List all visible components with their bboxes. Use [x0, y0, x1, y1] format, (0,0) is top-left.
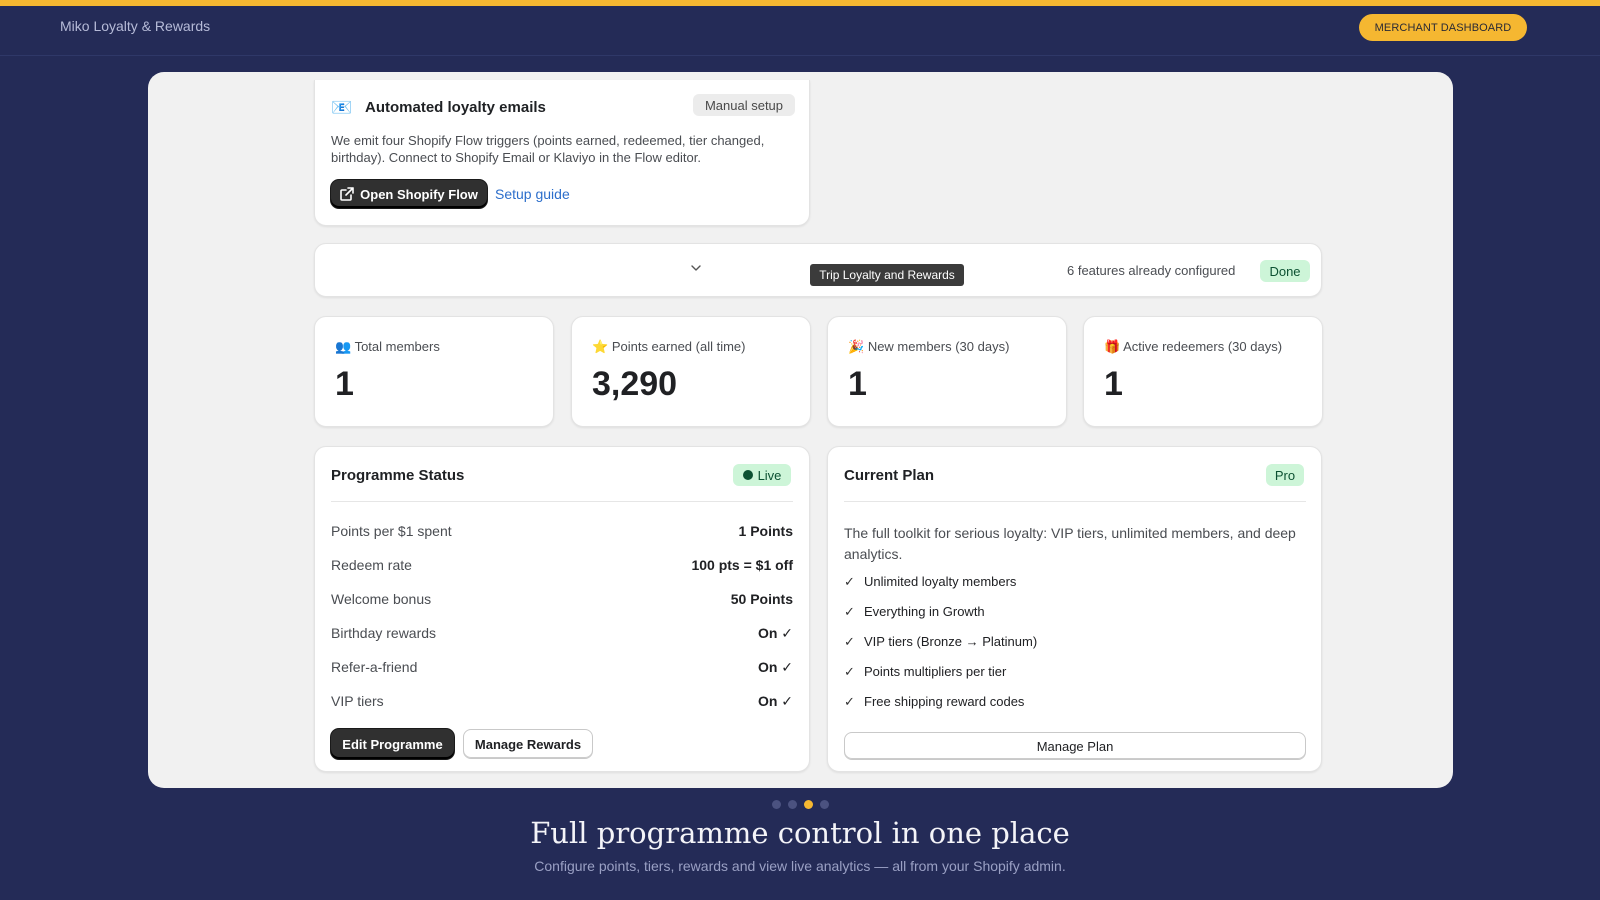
features-configured-text: 6 features already configured [1067, 263, 1236, 278]
divider [844, 501, 1306, 502]
stat-label: 👥 Total members [335, 339, 440, 354]
slide-subline: Configure points, tiers, rewards and vie… [534, 858, 1066, 874]
carousel-dot-active[interactable] [804, 800, 813, 809]
stat-card-total-members: 👥 Total members 1 [314, 316, 554, 427]
app-preview-frame: 📧 Automated loyalty emails Manual setup … [148, 72, 1453, 788]
manage-plan-button[interactable]: Manage Plan [844, 732, 1306, 760]
brand-name: Miko Loyalty & Rewards [60, 18, 211, 34]
external-link-icon [340, 187, 354, 201]
chevron-down-icon[interactable] [689, 261, 703, 275]
live-badge: Live [733, 464, 791, 486]
stat-card-active-redeemers: 🎁 Active redeemers (30 days) 1 [1083, 316, 1323, 427]
stat-card-points-earned: ⭐ Points earned (all time) 3,290 [571, 316, 811, 427]
star-icon: ⭐ [592, 339, 609, 354]
stat-value: 1 [1104, 365, 1123, 403]
plan-feature: ✓ Points multipliers per tier [844, 664, 1007, 679]
carousel-dot[interactable] [788, 800, 797, 809]
checkmark-icon: ✓ [844, 574, 855, 589]
checkmark-icon: ✓ [844, 664, 855, 679]
slide-headline: Full programme control in one place [530, 816, 1070, 850]
manual-setup-badge: Manual setup [693, 94, 795, 116]
email-card-description: We emit four Shopify Flow triggers (poin… [331, 133, 765, 165]
open-shopify-flow-label: Open Shopify Flow [360, 186, 478, 202]
plan-description: The full toolkit for serious loyalty: VI… [844, 525, 1296, 562]
email-card-title: Automated loyalty emails [365, 99, 546, 116]
merchant-dashboard-button[interactable]: MERCHANT DASHBOARD [1359, 14, 1527, 41]
stat-card-new-members: 🎉 New members (30 days) 1 [827, 316, 1067, 427]
email-icon: 📧 [331, 98, 353, 117]
checkmark-icon: ✓ [844, 694, 855, 709]
stat-value: 1 [848, 365, 867, 403]
plan-feature: ✓ Unlimited loyalty members [844, 574, 1017, 589]
programme-status-title: Programme Status [331, 467, 465, 484]
plan-feature: ✓ VIP tiers (Bronze → Platinum) [844, 634, 1038, 649]
stat-label: 🎉 New members (30 days) [848, 339, 1010, 354]
open-shopify-flow-button[interactable]: Open Shopify Flow [331, 180, 487, 208]
automated-emails-card: 📧 Automated loyalty emails Manual setup … [314, 80, 810, 226]
edit-programme-button[interactable]: Edit Programme [331, 729, 454, 759]
top-bar: Miko Loyalty & Rewards MERCHANT DASHBOAR… [0, 6, 1600, 56]
pro-badge: Pro [1266, 464, 1304, 486]
carousel-dot[interactable] [820, 800, 829, 809]
stat-label: ⭐ Points earned (all time) [592, 339, 746, 354]
current-plan-title: Current Plan [844, 467, 935, 484]
programme-status-card: Programme Status Live Points per $1 spen… [314, 446, 810, 772]
features-configured-bar[interactable]: Trip Loyalty and Rewards 6 features alre… [314, 243, 1322, 297]
stat-label: 🎁 Active redeemers (30 days) [1104, 339, 1283, 354]
done-badge: Done [1260, 260, 1310, 282]
setup-guide-link[interactable]: Setup guide [495, 186, 570, 202]
stat-value: 3,290 [592, 365, 678, 403]
members-icon: 👥 [335, 339, 352, 354]
party-icon: 🎉 [848, 339, 865, 354]
current-plan-card: Current Plan Pro The full toolkit for se… [827, 446, 1322, 772]
checkmark-icon: ✓ [844, 604, 855, 619]
checkmark-icon: ✓ [844, 634, 855, 649]
carousel-dots [772, 800, 829, 809]
manage-rewards-button[interactable]: Manage Rewards [463, 729, 593, 759]
plan-feature: ✓ Free shipping reward codes [844, 694, 1025, 709]
tooltip: Trip Loyalty and Rewards [810, 264, 964, 286]
plan-feature: ✓ Everything in Growth [844, 604, 985, 619]
divider [331, 501, 793, 502]
live-dot-icon [742, 470, 753, 480]
gift-icon: 🎁 [1104, 339, 1121, 354]
carousel-dot[interactable] [772, 800, 781, 809]
stat-value: 1 [335, 365, 354, 403]
